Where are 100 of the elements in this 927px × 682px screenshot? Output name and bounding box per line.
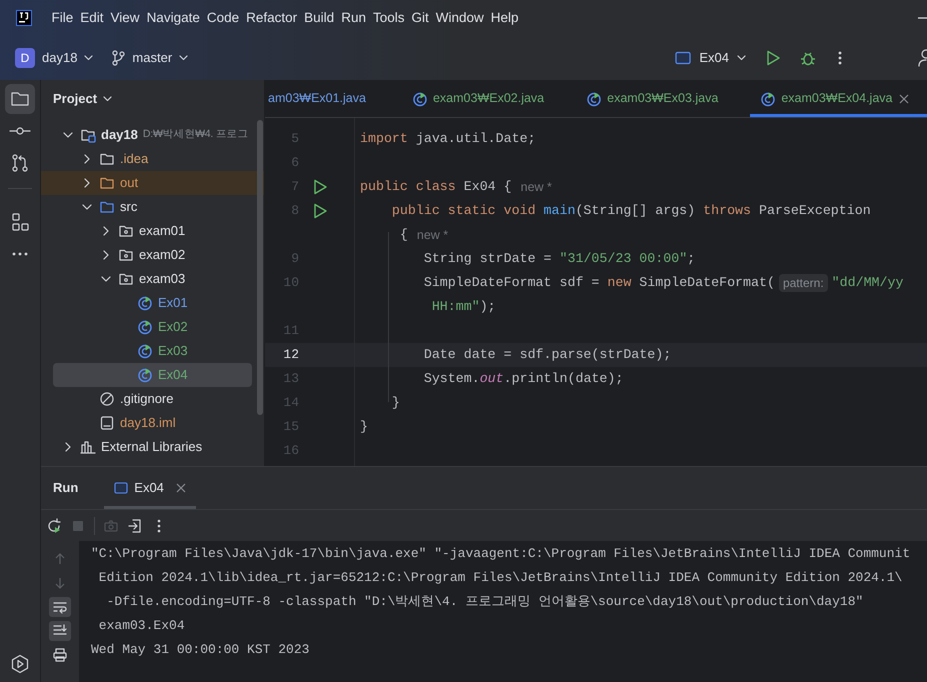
chevron-down-icon[interactable] [63, 132, 73, 138]
folder-icon [99, 199, 115, 215]
chevron-down-icon[interactable] [101, 276, 111, 282]
code-text: HH:mm"); [430, 298, 496, 316]
menu-item[interactable]: Edit [76, 8, 108, 28]
library-icon [80, 439, 96, 455]
tree-item[interactable]: src [41, 195, 264, 219]
chevron-right-icon[interactable] [65, 442, 71, 452]
scrollbar[interactable] [257, 120, 263, 415]
folder-icon [99, 175, 115, 191]
app-logo-icon [16, 10, 32, 26]
chevron-down-icon [179, 55, 188, 61]
bug-icon[interactable] [800, 50, 816, 66]
console-line: -Dfile.encoding=UTF-8 -classpath "D:\박세현\4. 프로그래밍 언어활용\source\day18\out\production\day18" [106, 593, 864, 611]
class-icon [137, 343, 153, 359]
code-text: "dd/MM/yy [832, 274, 904, 292]
parameter-hint: pattern: [778, 274, 828, 292]
menu-item[interactable]: Build [300, 8, 338, 28]
console-line: Edition 2024.1\lib\idea_rt.jar=65212:C:\Program Files\JetBrains\IntelliJ IDEA Community Edition 2024.1\ [98, 569, 902, 587]
console-line: exam03.Ex04 [98, 617, 185, 635]
tree-item[interactable]: day18 D:₩박세현₩4. 프로그 [41, 123, 264, 147]
code-text: public class Ex04 { [360, 178, 512, 196]
menu-item[interactable]: Window [432, 8, 488, 28]
path-label: D:₩박세현₩4. 프로그 [142, 127, 248, 142]
more-icon [12, 252, 28, 256]
code-text: System.out.println(date); [422, 370, 624, 388]
run-tool-icon[interactable] [10, 654, 30, 674]
tree-item[interactable]: Ex04 [53, 363, 252, 387]
close-icon[interactable] [899, 94, 910, 104]
tree-item[interactable]: out [41, 171, 264, 195]
code-text: public static void main(String[] args) throws ParseException [390, 202, 871, 220]
menu-item[interactable]: View [107, 8, 144, 28]
branch-selector[interactable]: master [111, 48, 188, 68]
menu-item[interactable]: Refactor [242, 8, 301, 28]
tree-item[interactable]: Ex02 [41, 315, 264, 339]
menu-item[interactable]: Tools [369, 8, 408, 28]
close-icon[interactable] [176, 482, 186, 492]
chevron-right-icon[interactable] [103, 226, 109, 236]
tree-item[interactable]: exam03 [41, 267, 264, 291]
menu-item[interactable]: Git [408, 8, 432, 28]
window-icon [114, 482, 128, 494]
editor-tab[interactable]: am03₩Ex01.java [265, 80, 402, 117]
chevron-right-icon[interactable] [103, 250, 109, 260]
folder-tool-button[interactable] [5, 84, 35, 114]
menu-item[interactable]: Help [487, 8, 522, 28]
tree-item[interactable]: exam02 [41, 243, 264, 267]
user-icon[interactable] [918, 49, 927, 67]
chevron-down-icon[interactable] [82, 204, 92, 210]
code-text: Date date = sdf.parse(strDate); [422, 346, 672, 364]
menu-item[interactable]: Code [203, 8, 243, 28]
tree-item[interactable]: .gitignore [41, 387, 264, 411]
code-text: import java.util.Date; [360, 130, 536, 148]
menu-item[interactable]: Run [338, 8, 370, 28]
run-icon[interactable] [313, 179, 327, 195]
module-folder-icon [80, 127, 96, 143]
panel-title-dropdown[interactable]: Project [53, 89, 112, 109]
class-icon [412, 90, 428, 106]
project-badge: D [15, 48, 35, 68]
menu-item[interactable]: Navigate [143, 8, 204, 28]
package-icon [118, 247, 134, 263]
more-icon[interactable] [838, 50, 842, 66]
tree-item[interactable]: Ex03 [41, 339, 264, 363]
chevron-right-icon[interactable] [84, 178, 90, 188]
tree-item[interactable]: day18.iml [41, 411, 264, 435]
exit-icon[interactable] [127, 518, 143, 534]
class-icon [586, 90, 602, 106]
run-icon[interactable] [313, 203, 327, 219]
code-text: String strDate = "31/05/23 00:00"; [422, 250, 696, 268]
file-icon [99, 415, 115, 431]
chevron-right-icon[interactable] [84, 154, 90, 164]
line-number: 12 [282, 346, 299, 364]
console-line: Wed May 31 00:00:00 KST 2023 [91, 641, 310, 659]
code-text: { [398, 226, 408, 244]
editor-tab[interactable]: exam03₩Ex04.java [750, 80, 927, 117]
branch-icon [111, 50, 126, 66]
tree-item[interactable]: .idea [41, 147, 264, 171]
menu-item[interactable]: File [48, 8, 77, 28]
tree-item[interactable]: exam01 [41, 219, 264, 243]
code-text: } [390, 394, 400, 412]
soft-wrap-toggle[interactable] [49, 597, 71, 617]
project-switcher[interactable]: D day18 [15, 48, 94, 68]
class-icon [137, 319, 153, 335]
code-text: SimpleDateFormat sdf = new SimpleDateFormat( [422, 274, 775, 292]
run-config-selector[interactable]: Ex04 [675, 48, 746, 68]
run-tab[interactable]: Ex04 [104, 467, 196, 509]
tree-item[interactable]: External Libraries [41, 435, 264, 459]
window-icon [675, 51, 692, 65]
rerun-icon[interactable] [46, 518, 62, 534]
chevron-down-icon [737, 55, 746, 61]
package-icon [118, 223, 134, 239]
run-icon[interactable] [766, 50, 780, 66]
class-icon [137, 295, 153, 311]
console-line: "C:\Program Files\Java\jdk-17\bin\java.exe" "-javaagent:C:\Program Files\JetBrains\IntelliJ IDEA Communit [91, 545, 910, 563]
chevron-down-icon [84, 55, 94, 61]
tree-item[interactable]: Ex01 [41, 291, 264, 315]
panel-title: Run [53, 479, 78, 498]
editor-tab[interactable]: exam03₩Ex03.java [576, 80, 750, 117]
editor-tab[interactable]: exam03₩Ex02.java [402, 80, 576, 117]
scroll-to-end-toggle[interactable] [49, 621, 71, 641]
ignore-icon [99, 391, 115, 407]
